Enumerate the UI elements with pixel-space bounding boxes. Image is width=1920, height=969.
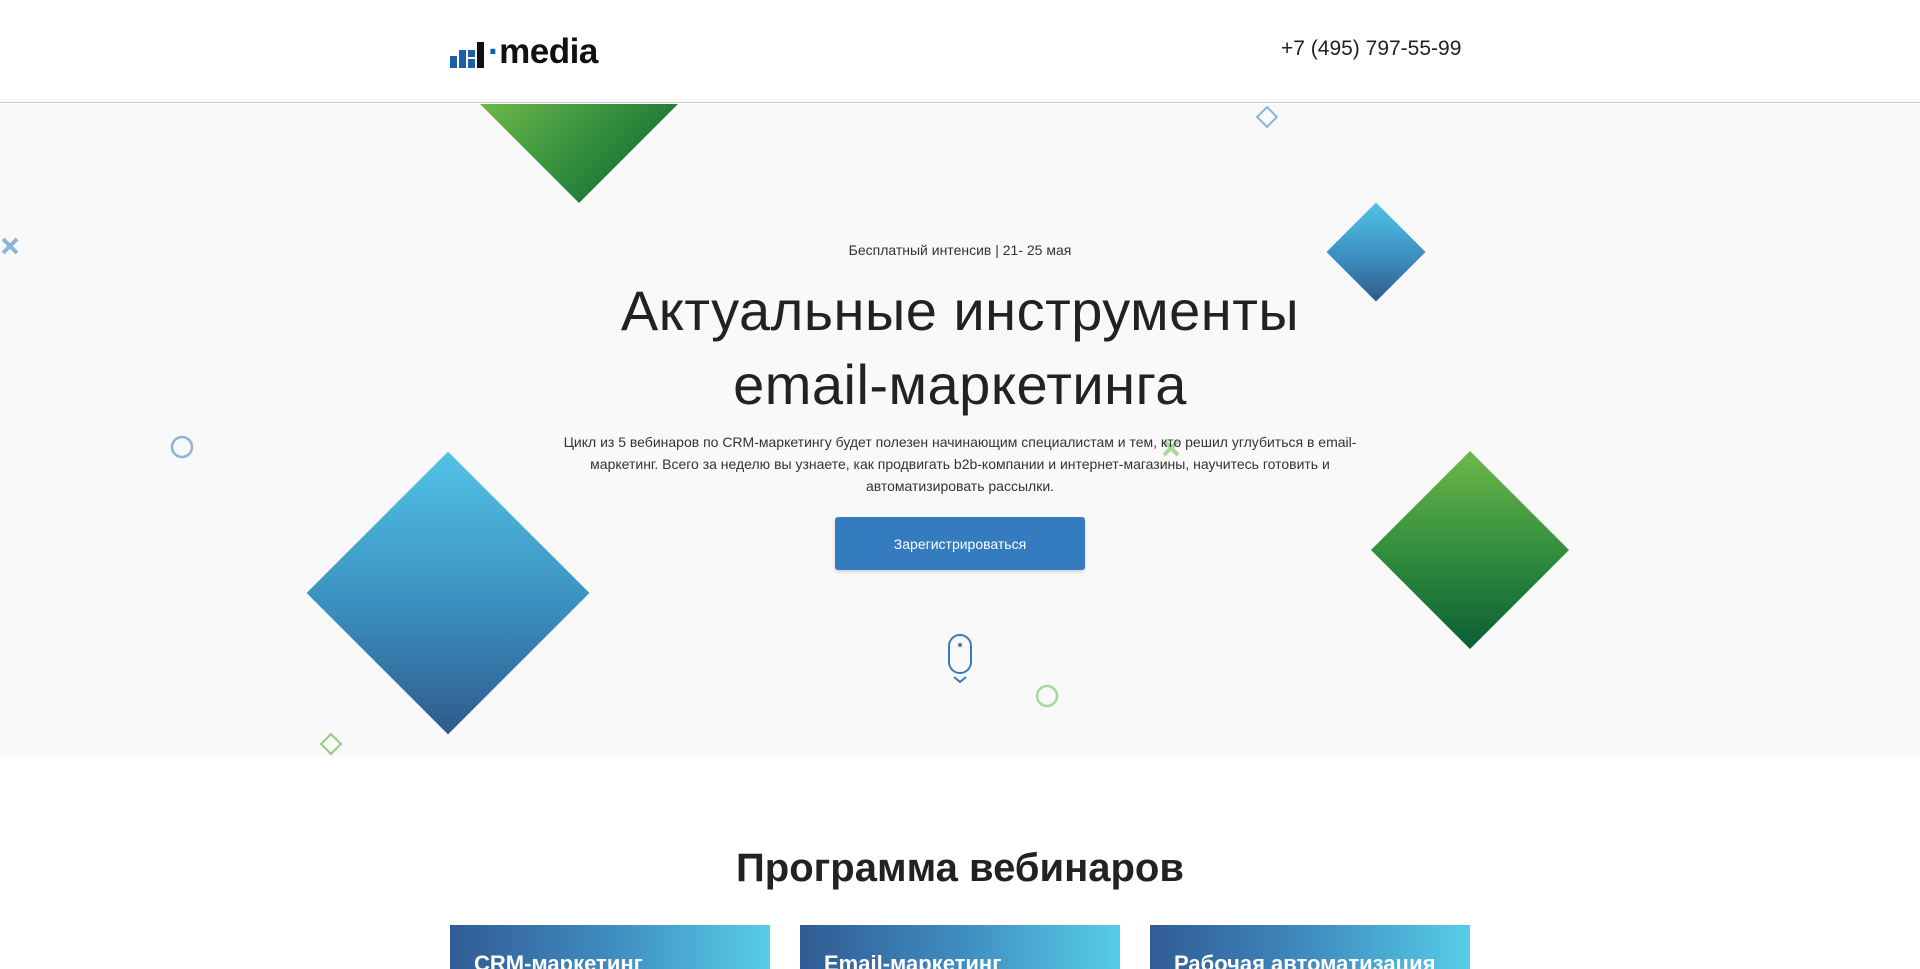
- card-title: CRM-маркетинг: [474, 951, 643, 969]
- site-header: ·media +7 (495) 797-55-99: [0, 0, 1920, 103]
- hero-eyebrow: Бесплатный интенсив | 21- 25 мая: [848, 242, 1072, 258]
- hero-title-line-2: email-маркетинга: [733, 353, 1187, 416]
- logo-text: ·media: [488, 34, 598, 69]
- green-diamond-shape: [1371, 451, 1569, 649]
- hero-title: Актуальные инструменты email-маркетинга: [0, 274, 1920, 422]
- hero-description: Цикл из 5 вебинаров по CRM-маркетингу бу…: [563, 434, 1357, 494]
- program-title: Программа вебинаров: [736, 846, 1184, 890]
- outline-diamond-icon: [1255, 105, 1279, 129]
- green-circle-icon: [1035, 684, 1059, 708]
- logo-word: media: [499, 32, 598, 71]
- hero-section: Бесплатный интенсив | 21- 25 мая Актуаль…: [0, 104, 1920, 757]
- logo[interactable]: ·media: [450, 34, 598, 69]
- card-title: Email-маркетинг: [824, 951, 1002, 969]
- card-title: Рабочая автоматизация: [1174, 951, 1436, 969]
- program-card-email[interactable]: Email-маркетинг: [800, 925, 1120, 969]
- logo-separator: ·: [488, 32, 500, 71]
- register-button[interactable]: Зарегистрироваться: [835, 517, 1085, 570]
- green-triangle-shape: [480, 104, 678, 203]
- mouse-scroll-icon[interactable]: [947, 634, 973, 684]
- green-outline-diamond-icon: [319, 732, 343, 756]
- program-card-automation[interactable]: Рабочая автоматизация: [1150, 925, 1470, 969]
- logo-bars-icon: [450, 36, 486, 68]
- blue-diamond-large-shape: [306, 451, 590, 735]
- blue-circle-icon: [170, 435, 194, 459]
- phone-link[interactable]: +7 (495) 797-55-99: [1281, 37, 1461, 61]
- program-card-crm[interactable]: CRM-маркетинг: [450, 925, 770, 969]
- hero-title-line-1: Актуальные инструменты: [620, 279, 1300, 342]
